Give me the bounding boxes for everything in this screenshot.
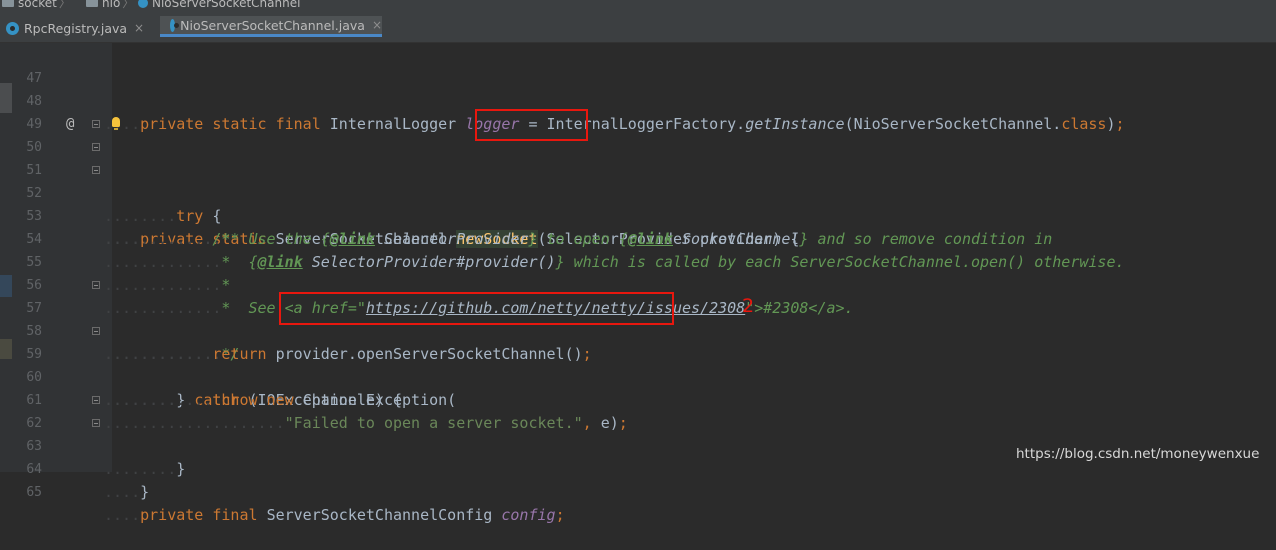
close-icon[interactable]: ×: [372, 18, 382, 32]
code-line[interactable]: 47: [0, 44, 1276, 86]
code-line[interactable]: 62 ........}: [0, 389, 1276, 478]
line-number: 65: [26, 485, 42, 500]
tab-nioserversocketchannel[interactable]: NioServerSocketChannel.java ×: [160, 16, 382, 37]
code-line[interactable]: 51 ........try {: [0, 136, 1276, 225]
code-line[interactable]: 48 ....private static final InternalLogg…: [0, 67, 1276, 133]
tab-rpcregistry[interactable]: RpcRegistry.java ×: [6, 16, 156, 40]
code-line[interactable]: 60 ............throw new ChannelExceptio…: [0, 343, 1276, 409]
annotation-number: 2: [742, 295, 755, 317]
code-line[interactable]: 61 ...................."Failed to open a…: [0, 366, 1276, 432]
class-icon: [6, 21, 19, 35]
fold-toggle-icon[interactable]: [92, 166, 100, 174]
code-line[interactable]: 53 .............* Use the {@link Selecto…: [0, 182, 1276, 248]
fold-toggle-icon[interactable]: [92, 327, 100, 335]
intention-bulb-icon[interactable]: [112, 117, 120, 130]
editor-tab-bar: RpcRegistry.java × NioServerSocketChanne…: [0, 14, 1276, 43]
class-icon: [138, 0, 148, 8]
fold-toggle-icon[interactable]: [92, 281, 100, 289]
annotation-box-newsocket: [475, 109, 588, 141]
fold-toggle-icon[interactable]: [92, 396, 100, 404]
code-line[interactable]: 50 @ ....private static ServerSocketChan…: [0, 113, 1276, 248]
code-line[interactable]: 55 .............*: [0, 228, 1276, 294]
code-line[interactable]: 56 .............* See <a href="https://g…: [0, 251, 1276, 317]
watermark: https://blog.csdn.net/moneywenxue: [1016, 446, 1260, 462]
folder-icon: [86, 0, 98, 7]
breadcrumb-item-nioserversocketchannel[interactable]: NioServerSocketChannel: [138, 0, 300, 9]
breadcrumb: socket 〉 nio 〉 NioServerSocketChannel: [0, 0, 1276, 14]
breadcrumb-item-socket[interactable]: socket 〉: [2, 0, 77, 9]
fold-toggle-icon[interactable]: [92, 419, 100, 427]
class-icon: [170, 18, 180, 32]
code-line[interactable]: 63 ....}: [0, 412, 1276, 501]
annotation-box-return: [279, 292, 674, 325]
folder-icon: [2, 0, 14, 7]
code-line[interactable]: 54 .............* {@link SelectorProvide…: [0, 205, 1276, 271]
code-line[interactable]: 49: [0, 90, 1276, 132]
fold-toggle-icon[interactable]: [92, 120, 100, 128]
code-line[interactable]: 52 ............/**: [0, 159, 1276, 248]
close-icon[interactable]: ×: [134, 21, 144, 35]
overrides-marker-icon[interactable]: @: [66, 113, 74, 136]
fold-toggle-icon[interactable]: [92, 143, 100, 151]
breadcrumb-item-nio[interactable]: nio 〉: [86, 0, 140, 9]
